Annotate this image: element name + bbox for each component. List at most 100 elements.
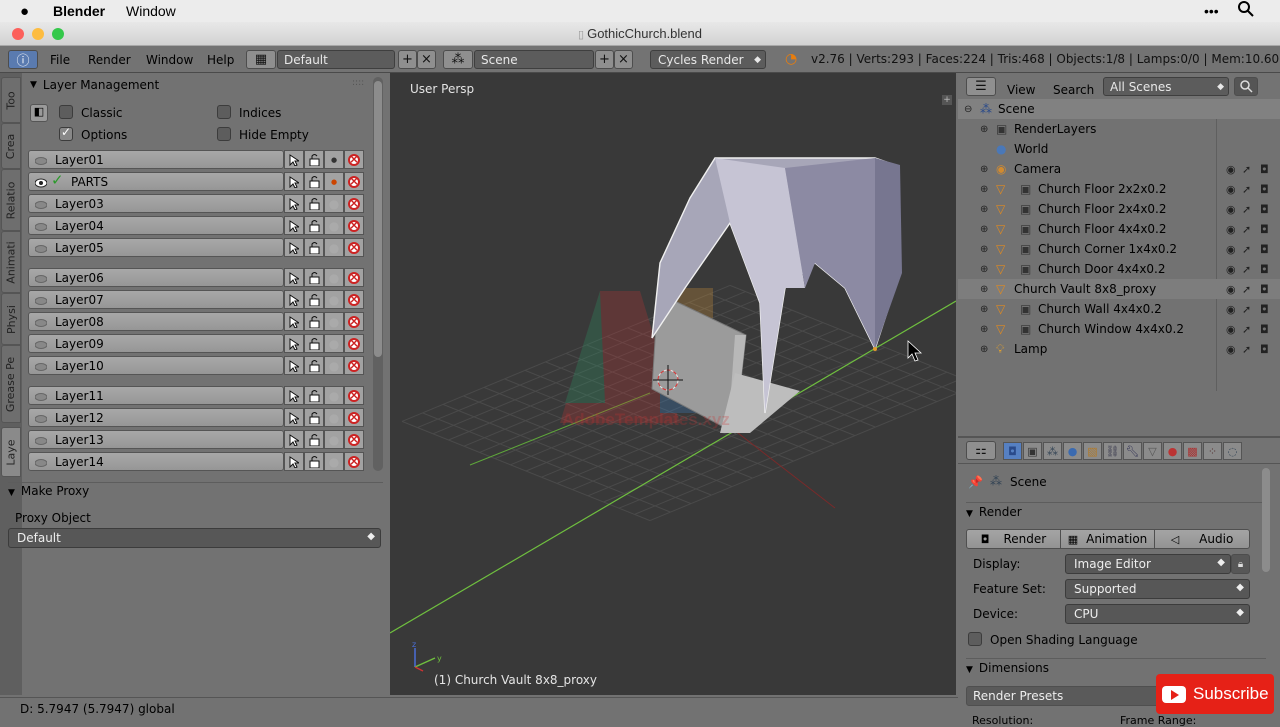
animation-button[interactable]: ▦ Animation (1060, 529, 1155, 549)
osl-checkbox[interactable] (968, 632, 982, 646)
select-arrow-icon[interactable] (284, 194, 304, 213)
world-tab-icon[interactable]: ● (1063, 442, 1082, 460)
apple-icon[interactable]: ● (20, 3, 29, 20)
expand-toggle-icon[interactable]: ⊕ (980, 204, 988, 215)
tab-physics[interactable]: Physi (1, 293, 21, 345)
select-arrow-icon[interactable]: ➚ (1242, 303, 1251, 316)
options-checkbox[interactable]: ✓ (59, 125, 73, 141)
outliner-item[interactable]: ⊕ ▽ ▣ Church Floor 4x4x0.2 ◉ ➚ ◘ (958, 219, 1280, 239)
lock-icon[interactable] (304, 150, 324, 169)
scene-tab-icon[interactable]: ⁂ (1043, 442, 1062, 460)
screen-layout-icon[interactable]: ▦ (246, 50, 276, 69)
layer-name-field[interactable]: Layer12 (28, 408, 284, 427)
modifiers-tab-icon[interactable]: 🔧︎ (1123, 442, 1142, 460)
render-camera-icon[interactable]: ◘ (1260, 243, 1269, 256)
eye-icon[interactable]: ◉ (1226, 223, 1236, 236)
remove-layer-icon[interactable] (344, 268, 364, 287)
eye-icon[interactable]: ◉ (1226, 323, 1236, 336)
render-camera-icon[interactable]: ◘ (1260, 343, 1269, 356)
outliner-item[interactable]: ⊕ ▽ ▣ Church Floor 2x4x0.2 ◉ ➚ ◘ (958, 199, 1280, 219)
layer-name-field[interactable]: ✓ PARTS (28, 171, 284, 191)
layer-dot-icon[interactable]: ● (324, 150, 344, 169)
outliner-search-icon[interactable] (1234, 77, 1258, 96)
outliner-filter-dropdown[interactable]: All Scenes ◆ (1103, 77, 1229, 96)
layer-row[interactable]: Layer13 ● (28, 430, 364, 449)
layer-row[interactable]: Layer08 ● (28, 312, 364, 331)
layer-dot-icon[interactable]: ● (324, 238, 344, 257)
layer-row[interactable]: Layer07 ● (28, 290, 364, 309)
outliner-item[interactable]: ⊕ ▽ ▣ Church Door 4x4x0.2 ◉ ➚ ◘ (958, 259, 1280, 279)
lock-icon[interactable] (304, 238, 324, 257)
menu-help[interactable]: Help (207, 50, 234, 69)
screen-layout-field[interactable]: Default (277, 50, 395, 69)
properties-editor-icon[interactable]: ⚏ (966, 441, 996, 460)
layer-row[interactable]: Layer09 ● (28, 334, 364, 353)
layer-dot-icon[interactable]: ● (324, 386, 344, 405)
select-arrow-icon[interactable] (284, 172, 304, 191)
layer-row[interactable]: Layer10 ● (28, 356, 364, 375)
more-icon[interactable]: ••• (1204, 3, 1219, 19)
outliner-search-menu[interactable]: Search (1053, 80, 1094, 99)
remove-layer-icon[interactable] (344, 356, 364, 375)
layer-row[interactable]: Layer05 ● (28, 238, 364, 257)
lock-icon[interactable] (304, 386, 324, 405)
audio-button[interactable]: ◁ Audio (1154, 529, 1250, 549)
select-arrow-icon[interactable] (284, 238, 304, 257)
select-arrow-icon[interactable] (284, 216, 304, 235)
select-arrow-icon[interactable] (284, 452, 304, 471)
render-camera-icon[interactable]: ◘ (1260, 163, 1269, 176)
lock-icon[interactable] (304, 408, 324, 427)
select-arrow-icon[interactable] (284, 386, 304, 405)
outliner-item[interactable]: ⊕ ▽ Church Vault 8x8_proxy ◉ ➚ ◘ (958, 279, 1280, 299)
layer-name-field[interactable]: Layer11 (28, 386, 284, 405)
select-arrow-icon[interactable] (284, 290, 304, 309)
layer-management-header[interactable]: ▼ Layer Management (30, 76, 159, 94)
expand-toggle-icon[interactable]: ⊕ (980, 344, 988, 355)
lock-icon[interactable] (304, 452, 324, 471)
3d-viewport[interactable]: z y User Persp AdobeTemplates.xyz (1) Ch… (390, 73, 956, 695)
expand-toggle-icon[interactable]: ⊕ (980, 244, 988, 255)
expand-toggle-icon[interactable]: ⊕ (980, 284, 988, 295)
layer-dot-icon[interactable]: ● (324, 194, 344, 213)
layer-name-field[interactable]: Layer14 (28, 452, 284, 471)
remove-layer-icon[interactable] (344, 238, 364, 257)
expand-toggle-icon[interactable]: ⊕ (980, 324, 988, 335)
remove-layer-icon[interactable] (344, 290, 364, 309)
remove-layer-icon[interactable] (344, 386, 364, 405)
lock-icon[interactable] (304, 312, 324, 331)
add-scene-button[interactable]: + (595, 50, 614, 69)
layer-row[interactable]: ✓ PARTS ● (28, 171, 364, 191)
lock-icon[interactable] (304, 430, 324, 449)
select-arrow-icon[interactable] (284, 356, 304, 375)
layer-name-field[interactable]: Layer06 (28, 268, 284, 287)
render-camera-icon[interactable]: ◘ (1260, 263, 1269, 276)
panel-grip-icon[interactable]: :::: (352, 78, 364, 88)
menu-window[interactable]: Window (146, 50, 193, 69)
visibility-toggle-icon[interactable] (34, 413, 48, 423)
render-tab-icon[interactable]: ◘ (1003, 442, 1022, 460)
outliner-item[interactable]: ⊕ ▽ ▣ Church Wall 4x4x0.2 ◉ ➚ ◘ (958, 299, 1280, 319)
layer-row[interactable]: Layer06 ● (28, 268, 364, 287)
remove-layer-icon[interactable] (344, 194, 364, 213)
texture-tab-icon[interactable]: ▩ (1183, 442, 1202, 460)
lock-icon[interactable] (304, 334, 324, 353)
layer-row[interactable]: Layer14 ● (28, 452, 364, 471)
select-arrow-icon[interactable] (284, 408, 304, 427)
tab-create[interactable]: Crea (1, 123, 21, 169)
render-layers-tab-icon[interactable]: ▣ (1023, 442, 1042, 460)
app-menu[interactable]: Blender (53, 3, 105, 19)
menu-file[interactable]: File (50, 50, 70, 69)
display-dropdown[interactable]: Image Editor ◆ (1065, 554, 1231, 574)
layer-dot-icon[interactable]: ● (324, 312, 344, 331)
scroll-thumb[interactable] (374, 81, 382, 357)
select-arrow-icon[interactable]: ➚ (1242, 243, 1251, 256)
select-arrow-icon[interactable]: ➚ (1242, 283, 1251, 296)
lock-icon[interactable] (304, 356, 324, 375)
remove-layer-icon[interactable] (344, 430, 364, 449)
layer-name-field[interactable]: Layer13 (28, 430, 284, 449)
lock-icon[interactable] (304, 194, 324, 213)
render-camera-icon[interactable]: ◘ (1260, 323, 1269, 336)
select-arrow-icon[interactable] (284, 268, 304, 287)
select-arrow-icon[interactable]: ➚ (1242, 183, 1251, 196)
indices-checkbox[interactable] (217, 105, 231, 119)
